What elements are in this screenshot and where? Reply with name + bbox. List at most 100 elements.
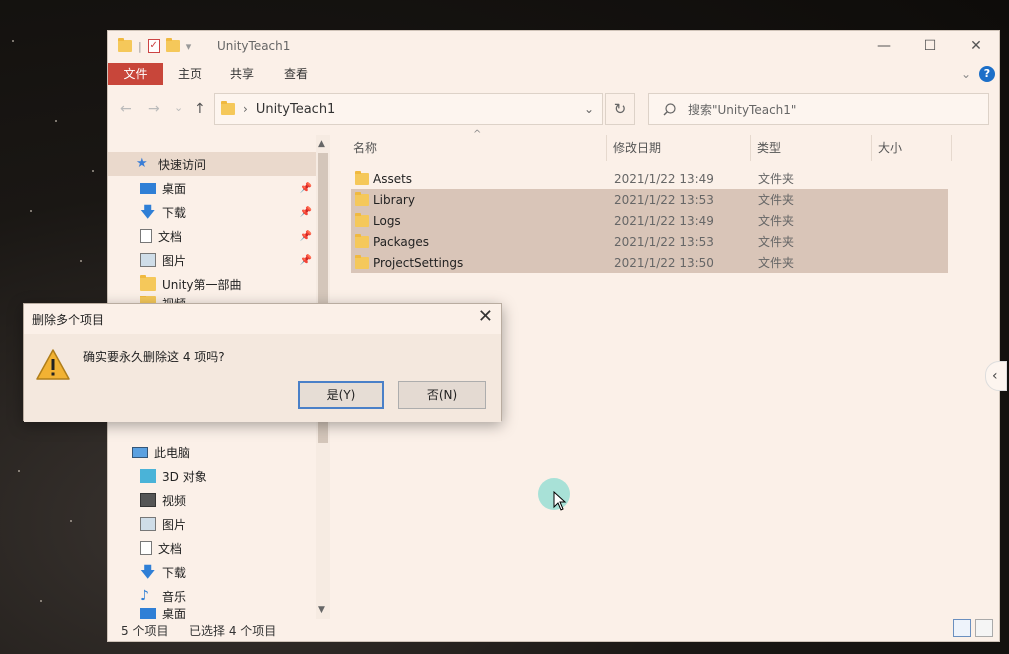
sidebar-item-desktop[interactable]: 桌面 📌 [108, 176, 316, 200]
file-name: Library [373, 192, 415, 207]
delete-confirm-dialog: 删除多个项目 ✕ 确实要永久删除这 4 项吗? 是(Y) 否(N) [23, 303, 502, 422]
tab-share[interactable]: 共享 [230, 63, 254, 85]
properties-icon[interactable]: ✓ [147, 39, 160, 53]
sidebar-item-label: 3D 对象 [162, 469, 207, 484]
pin-icon[interactable]: 📌 [300, 231, 312, 242]
tab-file[interactable]: 文件 [108, 63, 163, 85]
forward-arrow-icon[interactable]: → [148, 101, 160, 117]
mouse-cursor-icon [553, 491, 567, 511]
folder-icon [355, 234, 369, 248]
breadcrumb[interactable]: UnityTeach1 [256, 102, 336, 117]
chevron-right-icon: › [243, 102, 248, 116]
sidebar-item-downloads[interactable]: 🡇 下载 📌 [108, 200, 316, 224]
file-type: 文件夹 [758, 172, 795, 186]
file-name: Logs [373, 213, 401, 228]
video-icon [140, 493, 156, 507]
expand-ribbon-icon[interactable]: ⌄ [961, 67, 971, 81]
status-bar: 5 个项目 已选择 4 个项目 [108, 617, 999, 641]
music-icon: ♪ [140, 588, 149, 604]
file-date: 2021/1/22 13:49 [614, 171, 714, 186]
scroll-down-icon[interactable]: ▼ [318, 605, 325, 615]
sidebar-item-documents[interactable]: 文档 📌 [108, 224, 316, 248]
sidebar-item-pictures[interactable]: 图片 [108, 512, 316, 536]
sidebar-item-quick-access[interactable]: ★ 快速访问 [108, 152, 316, 176]
new-folder-icon[interactable] [165, 38, 180, 52]
pin-icon[interactable]: 📌 [300, 255, 312, 266]
item-count: 5 个项目 [121, 624, 169, 638]
pin-icon[interactable]: 📌 [300, 207, 312, 218]
window-title: UnityTeach1 [217, 39, 291, 53]
column-header-type[interactable]: 类型 [751, 135, 872, 161]
sidebar-item-label: 视频 [162, 493, 187, 508]
dialog-message: 确实要永久删除这 4 项吗? [83, 350, 225, 364]
sidebar-item-label: 图片 [162, 517, 187, 532]
file-name: ProjectSettings [373, 255, 464, 270]
document-icon [140, 229, 152, 243]
maximize-button[interactable]: ☐ [907, 31, 953, 61]
dialog-close-icon[interactable]: ✕ [478, 306, 493, 327]
details-view-icon[interactable] [953, 619, 971, 637]
sidebar-item-unity-folder[interactable]: Unity第一部曲 [108, 272, 316, 296]
picture-icon [140, 517, 156, 531]
sidebar-item-label: 文档 [158, 541, 183, 556]
search-placeholder: 搜索"UnityTeach1" [688, 102, 797, 117]
up-arrow-icon[interactable]: ↑ [194, 101, 206, 117]
scroll-up-icon[interactable]: ▲ [318, 139, 325, 149]
sidebar-item-label: 文档 [158, 229, 183, 244]
close-button[interactable]: ✕ [953, 31, 999, 61]
address-dropdown-icon[interactable]: ⌄ [584, 102, 594, 116]
desktop-icon [140, 182, 156, 194]
computer-icon [132, 446, 148, 458]
table-row[interactable]: Assets 2021/1/22 13:49 文件夹 [351, 168, 948, 189]
table-row[interactable]: Packages 2021/1/22 13:53 文件夹 [351, 231, 948, 252]
table-row[interactable]: ProjectSettings 2021/1/22 13:50 文件夹 [351, 252, 948, 273]
folder-icon [355, 255, 369, 269]
document-icon [140, 541, 152, 555]
table-row[interactable]: Logs 2021/1/22 13:49 文件夹 [351, 210, 948, 231]
sidebar-item-documents[interactable]: 文档 [108, 536, 316, 560]
minimize-button[interactable]: — [861, 31, 907, 61]
table-row[interactable]: Library 2021/1/22 13:53 文件夹 [351, 189, 948, 210]
file-date: 2021/1/22 13:50 [614, 255, 714, 270]
large-icons-view-icon[interactable] [975, 619, 993, 637]
sidebar-item-music[interactable]: ♪ 音乐 [108, 584, 316, 608]
file-name: Packages [373, 234, 429, 249]
sidebar-item-label: Unity第一部曲 [162, 277, 242, 292]
no-button[interactable]: 否(N) [398, 381, 486, 409]
dialog-title: 删除多个项目 [32, 313, 105, 327]
file-type: 文件夹 [758, 235, 795, 249]
sidebar-item-videos[interactable]: 视频 [108, 488, 316, 512]
sidebar-item-3d-objects[interactable]: 3D 对象 [108, 464, 316, 488]
yes-button[interactable]: 是(Y) [298, 381, 384, 409]
recent-locations-icon[interactable]: ⌄ [174, 101, 183, 114]
pin-icon[interactable]: 📌 [300, 183, 312, 194]
chevron-left-icon[interactable]: ‹ [985, 361, 1007, 391]
column-header-name[interactable]: 名称 [347, 135, 607, 161]
search-input[interactable]: 搜索"UnityTeach1" [648, 93, 989, 125]
help-icon[interactable]: ? [979, 66, 995, 82]
customize-toolbar-icon[interactable]: ▾ [186, 40, 192, 53]
column-header-size[interactable]: 大小 [872, 135, 952, 161]
column-header-date[interactable]: 修改日期 [607, 135, 751, 161]
file-date: 2021/1/22 13:53 [614, 234, 714, 249]
address-bar[interactable]: › UnityTeach1 ⌄ [214, 93, 603, 125]
sidebar-item-this-pc[interactable]: 此电脑 [108, 440, 316, 464]
download-icon: 🡇 [140, 563, 156, 581]
file-date: 2021/1/22 13:53 [614, 192, 714, 207]
tab-home[interactable]: 主页 [178, 63, 202, 85]
sidebar-item-pictures[interactable]: 图片 📌 [108, 248, 316, 272]
folder-icon[interactable] [118, 38, 132, 52]
folder-icon [355, 192, 369, 206]
file-type: 文件夹 [758, 193, 795, 207]
tab-view[interactable]: 查看 [284, 63, 308, 85]
star-icon: ★ [136, 156, 148, 171]
file-name: Assets [373, 171, 413, 186]
back-arrow-icon[interactable]: ← [120, 101, 132, 117]
window-controls: — ☐ ✕ [861, 31, 999, 61]
selection-count: 已选择 4 个项目 [189, 624, 277, 638]
refresh-button[interactable]: ↻ [605, 93, 635, 125]
file-date: 2021/1/22 13:49 [614, 213, 714, 228]
sidebar-item-downloads[interactable]: 🡇 下载 [108, 560, 316, 584]
file-type: 文件夹 [758, 256, 795, 270]
search-icon [663, 102, 676, 115]
